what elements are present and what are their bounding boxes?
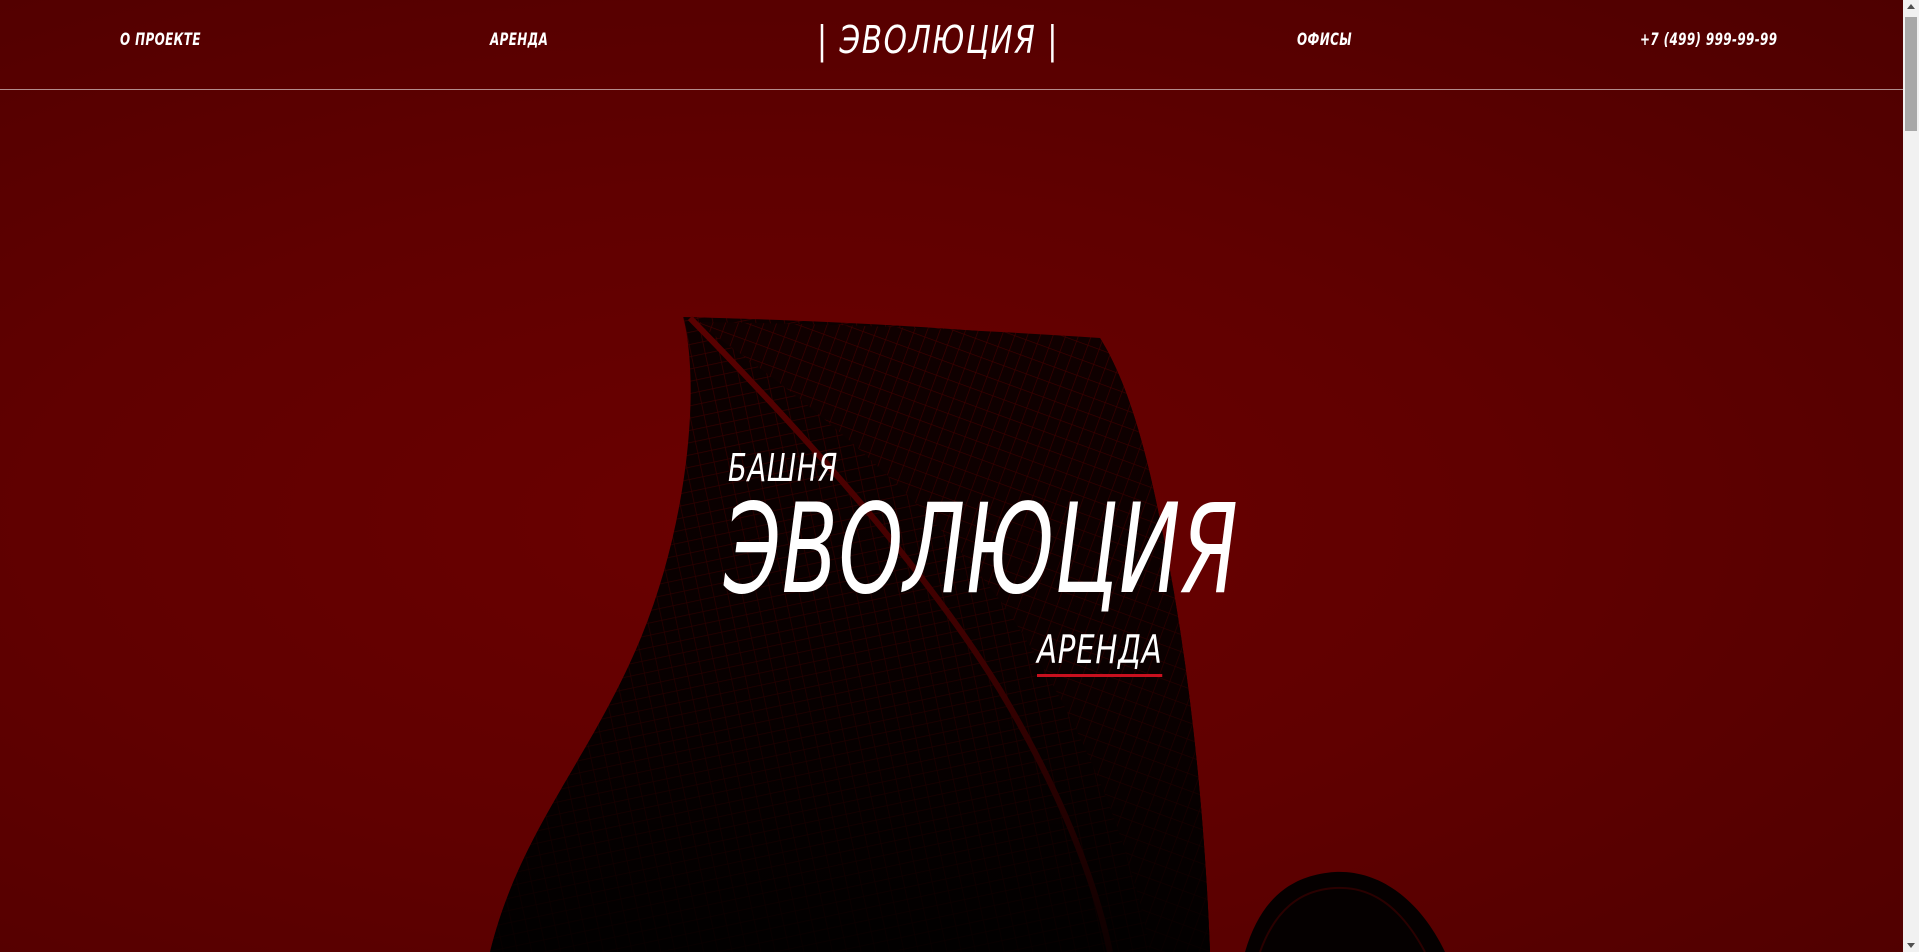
- hero-rent-link[interactable]: АРЕНДА: [1037, 630, 1163, 677]
- page-scrollbar[interactable]: [1903, 0, 1919, 952]
- nav-about[interactable]: О ПРОЕКТЕ: [120, 30, 201, 50]
- site-header: О ПРОЕКТЕ АРЕНДА | ЭВОЛЮЦИЯ | ОФИСЫ +7 (…: [0, 0, 1903, 90]
- page: О ПРОЕКТЕ АРЕНДА | ЭВОЛЮЦИЯ | ОФИСЫ +7 (…: [0, 0, 1919, 952]
- site-logo[interactable]: | ЭВОЛЮЦИЯ |: [817, 18, 1059, 62]
- scroll-down-arrow-icon[interactable]: [1907, 943, 1915, 948]
- nav-rent[interactable]: АРЕНДА: [490, 30, 548, 50]
- hero-title: ЭВОЛЮЦИЯ: [724, 478, 1239, 622]
- scroll-up-arrow-icon[interactable]: [1907, 4, 1915, 9]
- phone-link[interactable]: +7 (499) 999-99-99: [1640, 30, 1777, 50]
- nav-offices[interactable]: ОФИСЫ: [1297, 30, 1352, 50]
- scroll-thumb[interactable]: [1905, 17, 1917, 131]
- tower-silhouette-icon: [490, 315, 1445, 952]
